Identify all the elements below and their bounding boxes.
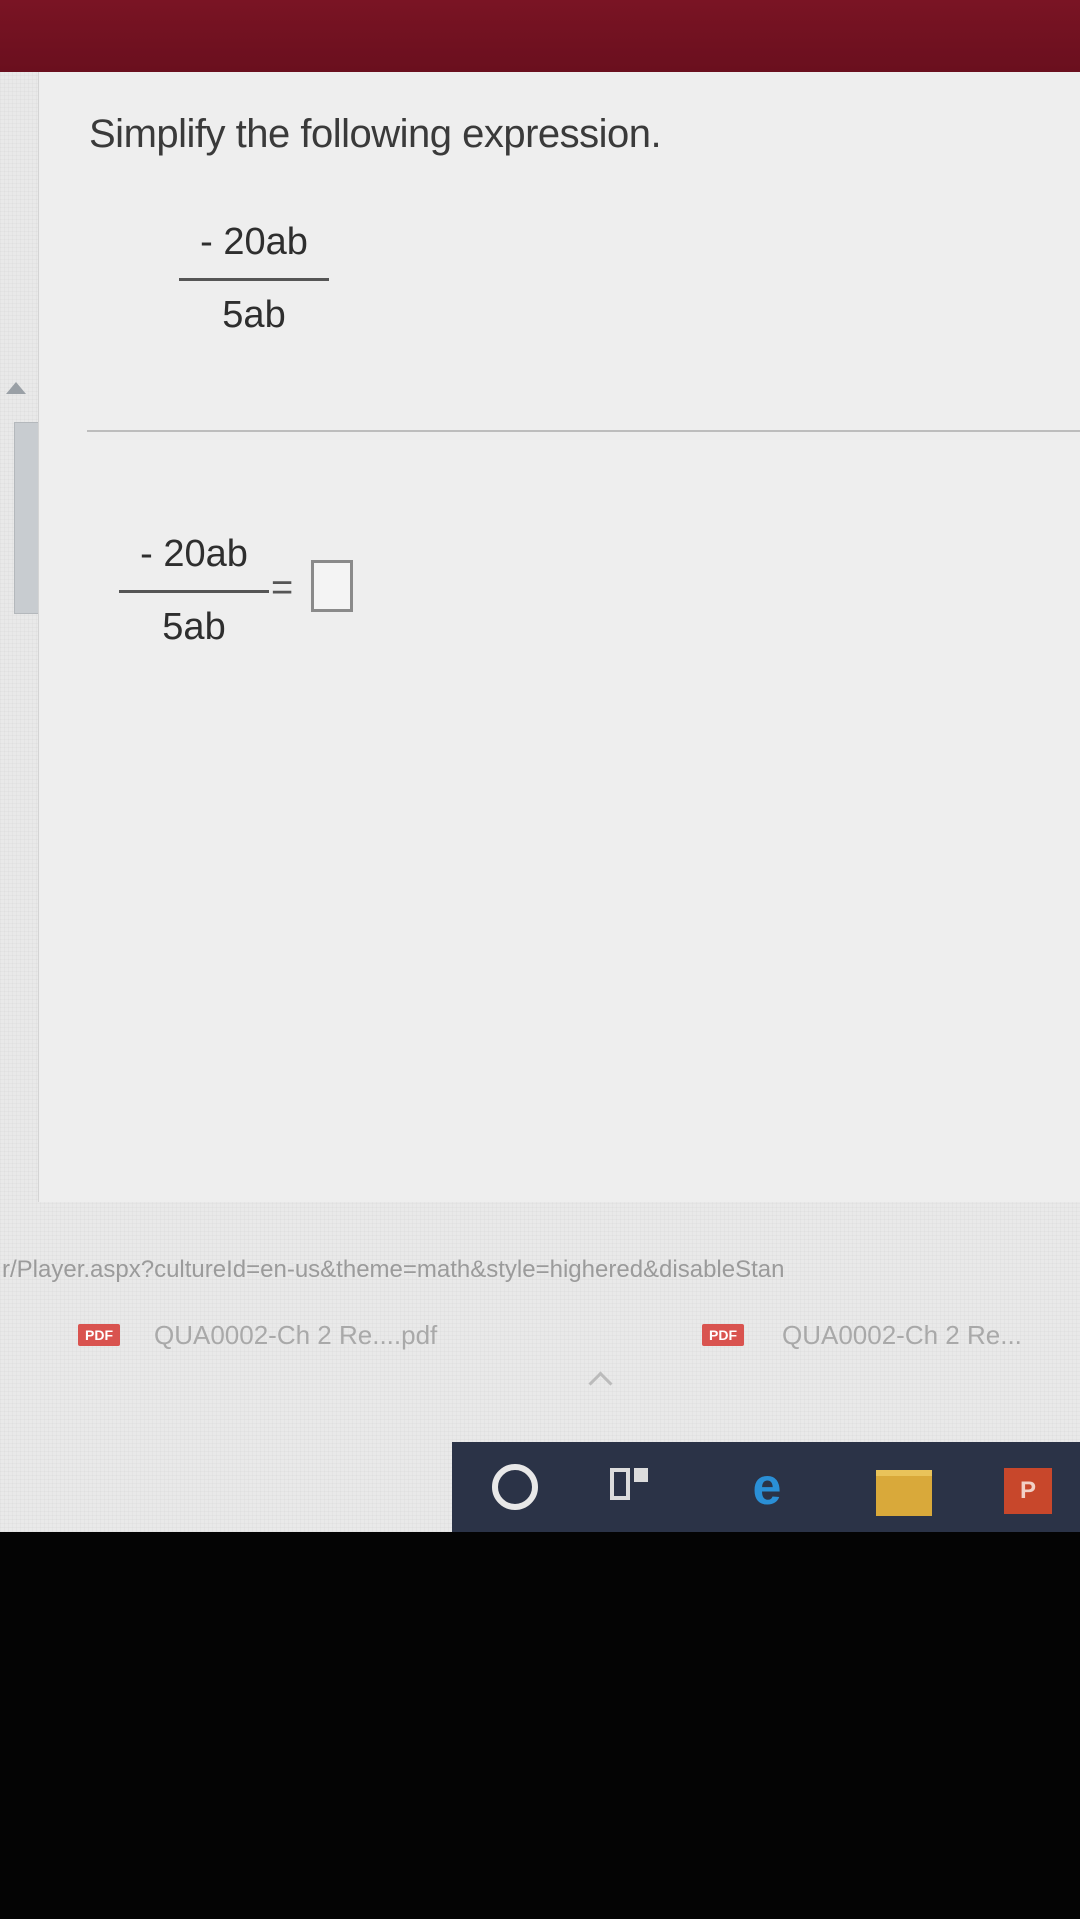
- edge-browser-icon[interactable]: e: [742, 1461, 792, 1514]
- answer-input-box[interactable]: [311, 560, 353, 612]
- answer-fraction: - 20ab 5ab: [119, 532, 269, 649]
- screen: Simplify the following expression. - 20a…: [0, 72, 1080, 1534]
- question-panel: Simplify the following expression. - 20a…: [38, 72, 1080, 1202]
- cortana-search-icon[interactable]: [492, 1464, 538, 1510]
- monitor-top-frame: [0, 0, 1080, 72]
- pdf-icon: PDF: [702, 1324, 744, 1346]
- download-filename: QUA0002-Ch 2 Re....pdf: [154, 1320, 438, 1350]
- answer-denominator: 5ab: [162, 606, 226, 648]
- section-divider: [87, 430, 1080, 432]
- powerpoint-icon[interactable]: P: [1004, 1468, 1052, 1514]
- fraction-bar: [119, 590, 269, 593]
- download-item[interactable]: PDF QUA0002-Ch 2 Re....pdf: [78, 1320, 538, 1356]
- answer-numerator: - 20ab: [140, 533, 248, 575]
- question-fraction: - 20ab 5ab: [179, 220, 329, 337]
- file-explorer-icon[interactable]: [876, 1470, 932, 1516]
- equals-sign: =: [271, 567, 294, 609]
- question-numerator: - 20ab: [200, 221, 308, 263]
- question-instruction: Simplify the following expression.: [89, 112, 662, 156]
- windows-taskbar: e P: [452, 1442, 1080, 1534]
- task-view-icon[interactable]: [610, 1464, 648, 1502]
- status-bar-url: r/Player.aspx?cultureId=en-us&theme=math…: [2, 1256, 785, 1283]
- monitor-bottom-bezel: [0, 1532, 1080, 1919]
- fraction-bar: [179, 278, 329, 281]
- pdf-icon: PDF: [78, 1324, 120, 1346]
- downloads-bar: PDF QUA0002-Ch 2 Re....pdf PDF QUA0002-C…: [0, 1292, 1080, 1382]
- download-item[interactable]: PDF QUA0002-Ch 2 Re...: [702, 1320, 1080, 1356]
- scroll-up-arrow-icon[interactable]: [6, 382, 26, 394]
- download-filename: QUA0002-Ch 2 Re...: [782, 1320, 1022, 1350]
- question-denominator: 5ab: [222, 294, 286, 336]
